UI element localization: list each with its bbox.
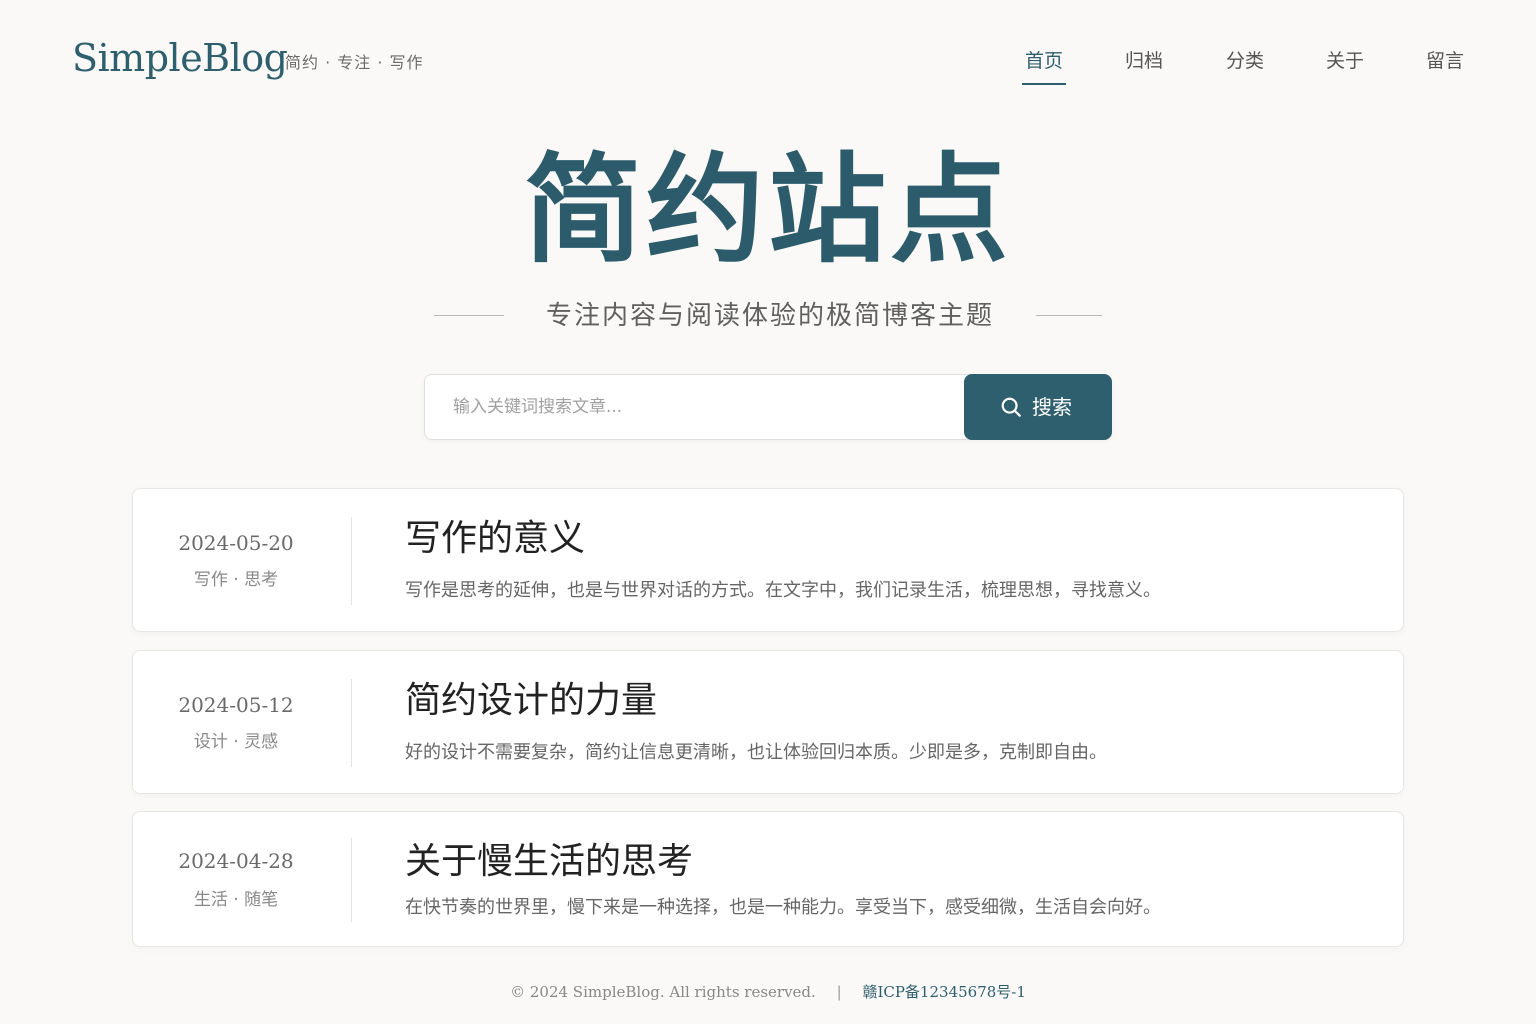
site-logo[interactable]: SimpleBlog <box>72 32 288 84</box>
nav-item-archive[interactable]: 归档 <box>1109 45 1179 77</box>
post-tags[interactable]: 写作 · 思考 <box>133 567 339 593</box>
post-excerpt: 在快节奏的世界里，慢下来是一种选择，也是一种能力。享受当下，感受细微，生活自会向… <box>405 897 1161 918</box>
search-icon <box>1001 397 1021 417</box>
post-divider <box>351 838 352 922</box>
footer-separator: | <box>836 983 842 1001</box>
post-tags[interactable]: 生活 · 随笔 <box>133 887 339 913</box>
nav-item-about[interactable]: 关于 <box>1310 45 1380 77</box>
post-card[interactable]: 2024-05-20 写作 · 思考 写作的意义 写作是思考的延伸，也是与世界对… <box>132 488 1404 632</box>
search-input[interactable] <box>425 375 965 439</box>
post-tags[interactable]: 设计 · 灵感 <box>133 729 339 755</box>
post-card[interactable]: 2024-05-12 设计 · 灵感 简约设计的力量 好的设计不需要复杂，简约让… <box>132 650 1404 794</box>
footer: © 2024 SimpleBlog. All rights reserved. … <box>0 980 1536 1004</box>
post-divider <box>351 679 352 767</box>
hero-subtitle: 专注内容与阅读体验的极简博客主题 <box>545 301 994 331</box>
search-button-label: 搜索 <box>1032 395 1072 419</box>
post-divider <box>351 517 352 605</box>
nav-item-home[interactable]: 首页 <box>1009 45 1079 85</box>
hero-subtitle-row: 专注内容与阅读体验的极简博客主题 <box>0 296 1536 336</box>
post-title[interactable]: 关于慢生活的思考 <box>405 838 693 886</box>
footer-copyright: © 2024 SimpleBlog. All rights reserved. <box>510 983 816 1001</box>
site-tagline: 简约 · 专注 · 写作 <box>285 53 424 72</box>
post-date: 2024-04-28 <box>178 849 294 873</box>
search-button[interactable]: 搜索 <box>964 374 1112 440</box>
decorative-divider <box>1036 315 1102 316</box>
post-date: 2024-05-20 <box>178 531 294 555</box>
post-title[interactable]: 简约设计的力量 <box>405 677 657 725</box>
post-excerpt: 好的设计不需要复杂，简约让信息更清晰，也让体验回归本质。少即是多，克制即自由。 <box>405 742 1107 763</box>
decorative-divider <box>434 315 504 316</box>
footer-icp-link[interactable]: 赣ICP备12345678号-1 <box>862 983 1025 1001</box>
hero-title: 简约站点 <box>523 140 1012 279</box>
nav-item-categories[interactable]: 分类 <box>1210 45 1280 77</box>
post-date: 2024-05-12 <box>178 693 294 717</box>
nav-item-guestbook[interactable]: 留言 <box>1410 45 1480 77</box>
post-card[interactable]: 2024-04-28 生活 · 随笔 关于慢生活的思考 在快节奏的世界里，慢下来… <box>132 811 1404 947</box>
main-nav: 首页 归档 分类 关于 留言 <box>1000 45 1500 89</box>
post-excerpt: 写作是思考的延伸，也是与世界对话的方式。在文字中，我们记录生活，梳理思想，寻找意… <box>405 580 1161 601</box>
post-title[interactable]: 写作的意义 <box>405 515 585 563</box>
